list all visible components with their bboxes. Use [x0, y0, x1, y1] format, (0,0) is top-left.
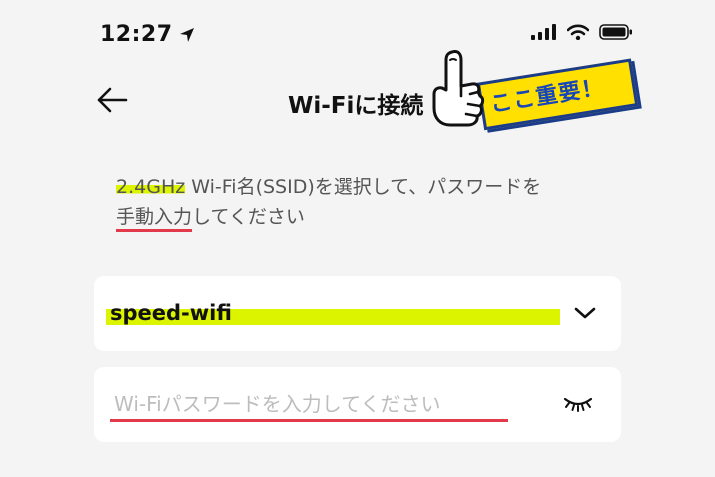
ssid-select[interactable]: speed-wifi	[94, 276, 621, 351]
password-underline	[110, 419, 508, 422]
pointing-hand-icon	[428, 48, 488, 130]
important-callout: ここ重要！	[476, 52, 644, 142]
page-title: Wi-Fiに接続	[288, 93, 424, 119]
manual-underline: 手動入力	[116, 206, 193, 232]
instruction-text: 2.4GHz Wi-Fi名(SSID)を選択して、パスワードを 手動入力してくだ…	[116, 172, 616, 232]
instruction-line2: してください	[192, 206, 305, 228]
status-time: 12:27	[100, 22, 195, 47]
location-arrow-icon	[179, 27, 194, 42]
clock-label: 12:27	[100, 22, 173, 47]
ssid-value: speed-wifi	[110, 301, 232, 325]
eye-closed-icon[interactable]	[563, 395, 593, 413]
arrow-left-icon	[97, 87, 128, 113]
password-input[interactable]	[114, 389, 534, 419]
wifi-icon	[567, 24, 589, 40]
battery-icon	[599, 24, 632, 40]
back-button[interactable]	[96, 86, 132, 116]
instruction-line1: Wi-Fi名(SSID)を選択して、パスワードを	[185, 176, 542, 198]
chevron-down-icon[interactable]	[573, 304, 597, 322]
password-field	[94, 367, 621, 442]
status-icons	[531, 24, 633, 40]
band-highlight: 2.4GHz	[116, 176, 186, 198]
signal-icon	[531, 24, 556, 40]
